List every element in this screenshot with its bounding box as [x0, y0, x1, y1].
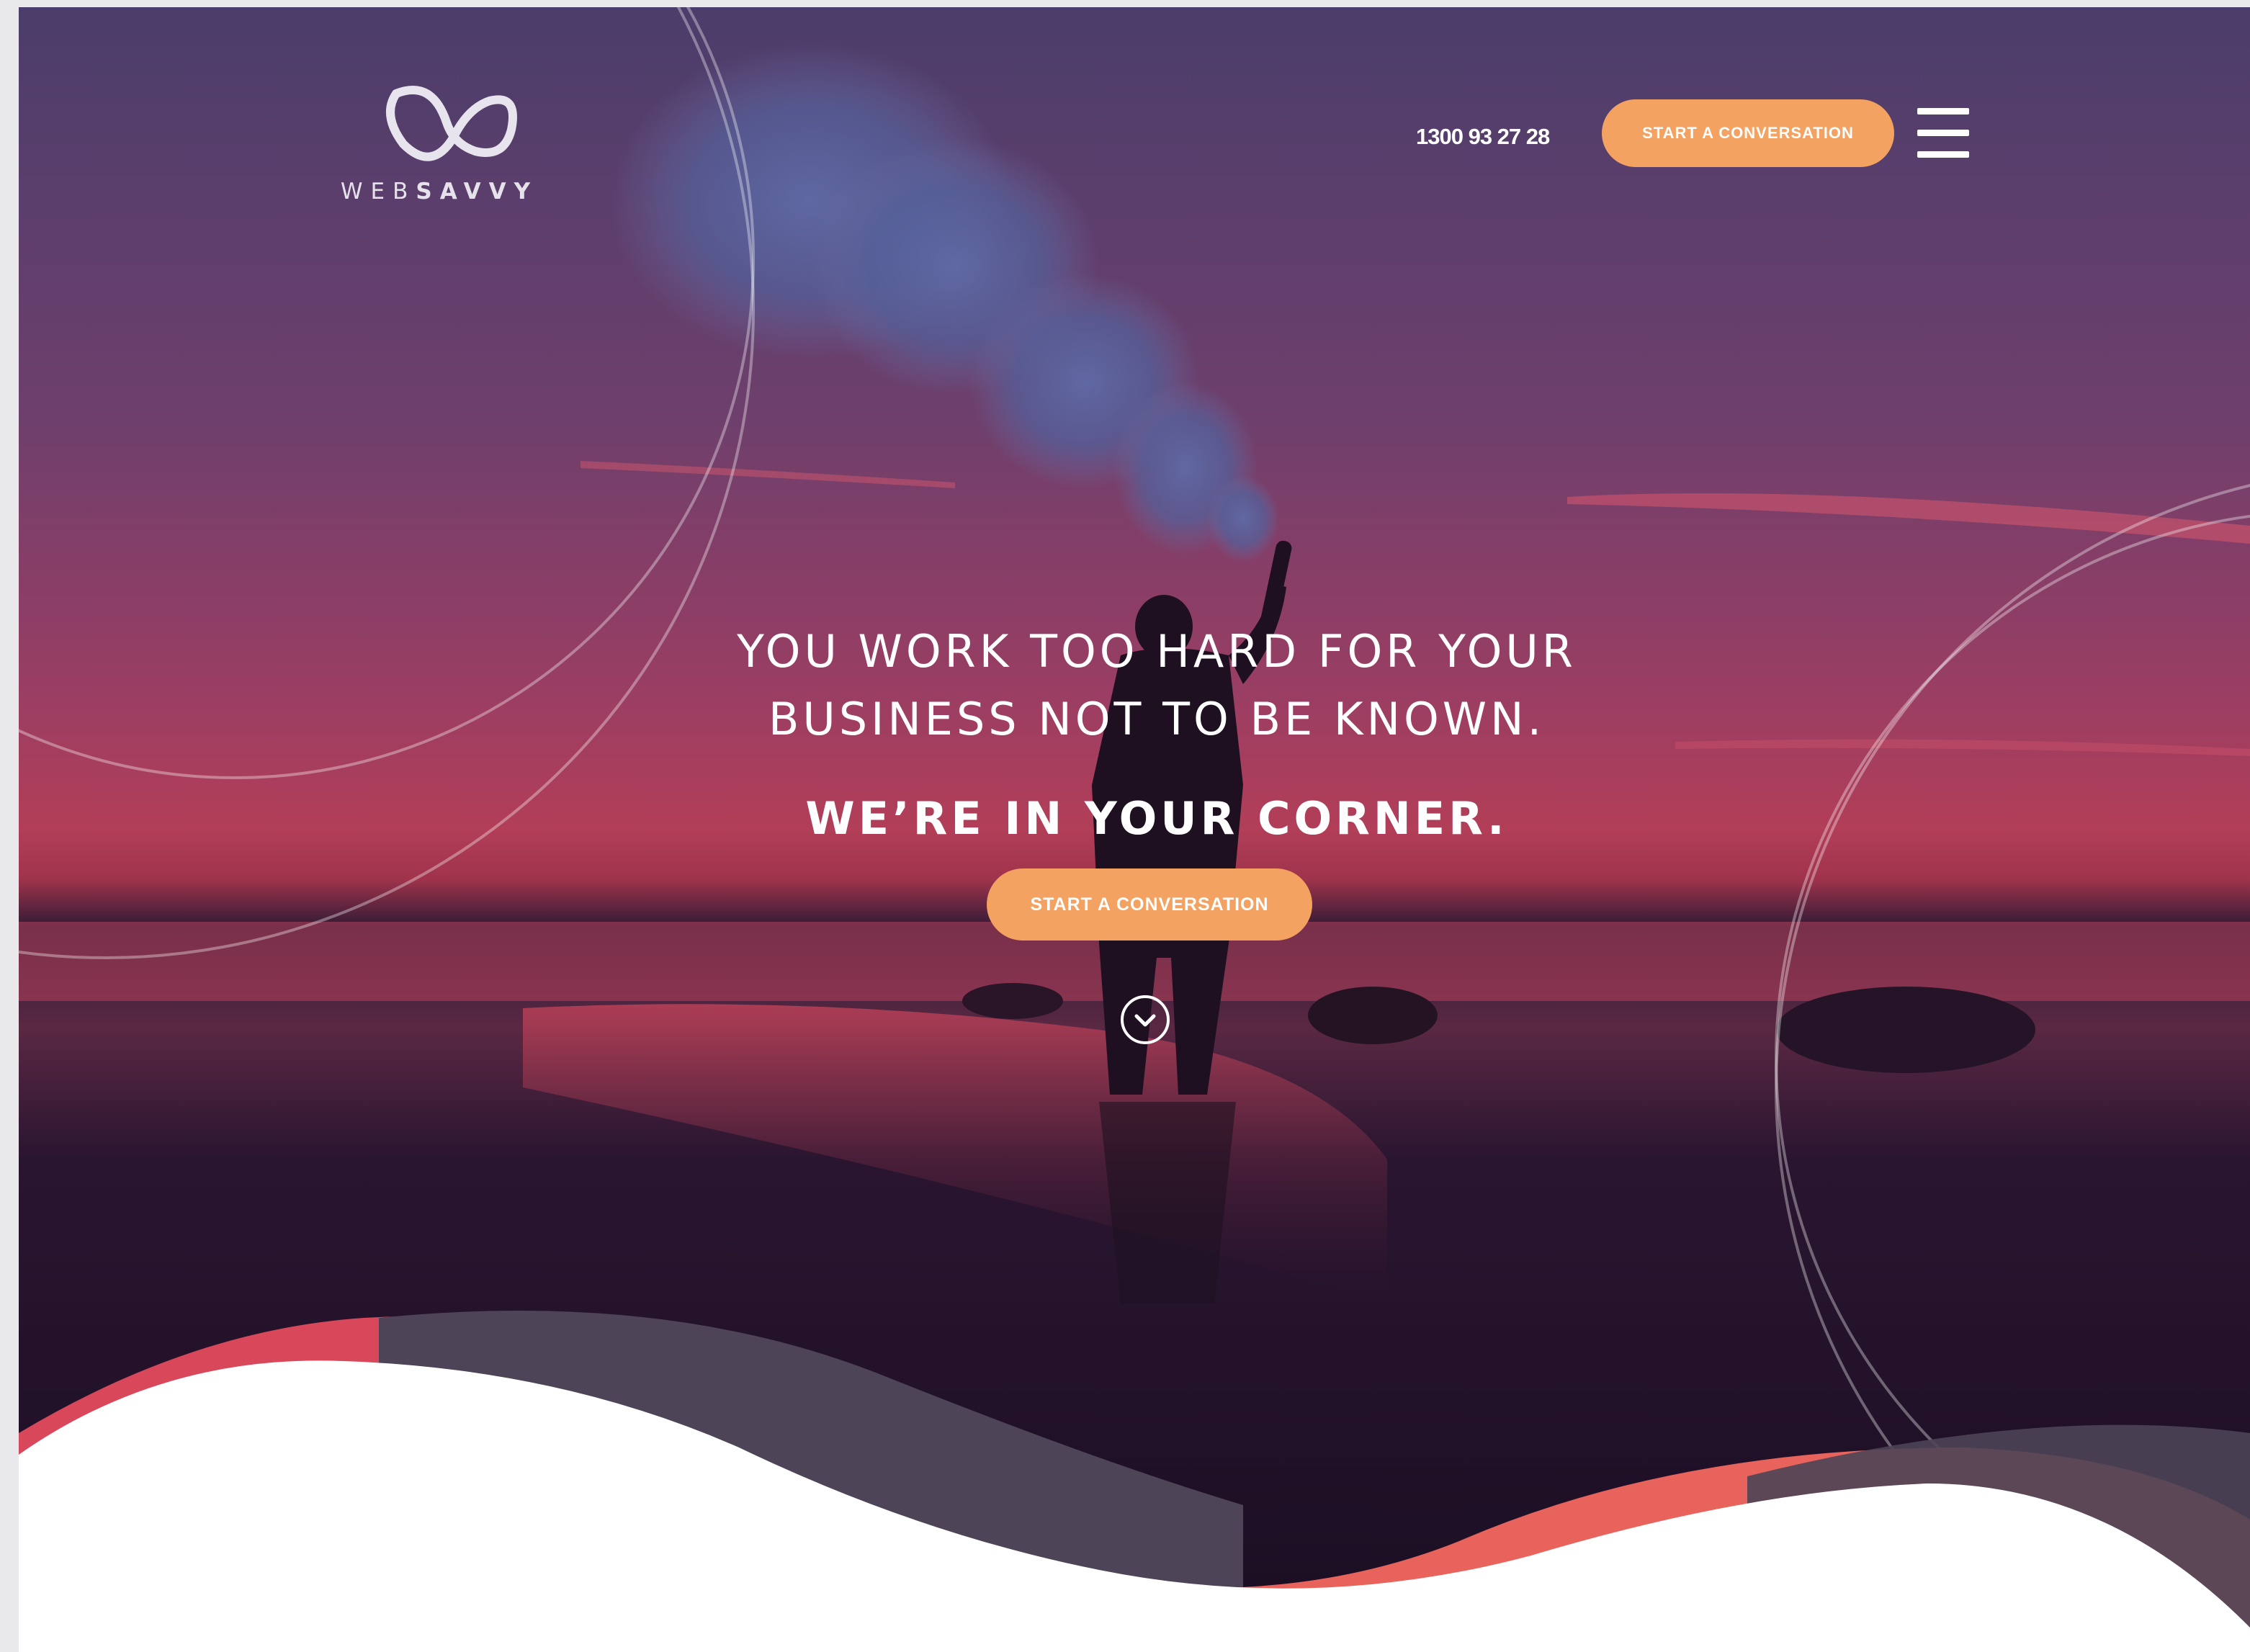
headline-line-2: BUSINESS NOT TO BE KNOWN. [768, 693, 1546, 745]
logo-text-savvy: SAVVY [416, 179, 539, 205]
header-start-conversation-button[interactable]: START A CONVERSATION [1602, 99, 1894, 167]
landing-page: WEBSAVVY 1300 93 27 28 START A CONVERSAT… [19, 7, 2250, 1652]
logo-text-web: WEB [340, 179, 416, 205]
websavvy-logo[interactable]: WEBSAVVY [324, 65, 569, 216]
chevron-down-circle-icon[interactable] [1119, 994, 1171, 1046]
hero-start-conversation-button[interactable]: START A CONVERSATION [987, 868, 1312, 941]
phone-number-link[interactable]: 1300 93 27 28 [1416, 124, 1550, 150]
logo-wordmark: WEBSAVVY [324, 179, 555, 205]
hero-subheadline: WE’RE IN YOUR CORNER. [805, 792, 1508, 845]
infinity-logo-icon [375, 65, 526, 169]
hero-headline: YOU WORK TOO HARD FOR YOUR BUSINESS NOT … [451, 618, 1863, 753]
headline-line-1: YOU WORK TOO HARD FOR YOUR [737, 625, 1577, 678]
hamburger-menu-icon[interactable] [1917, 108, 1975, 161]
